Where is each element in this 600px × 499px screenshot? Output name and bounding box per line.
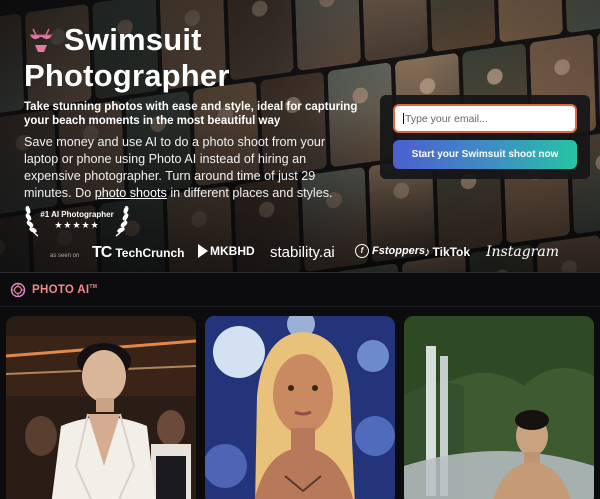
section-line bbox=[0, 306, 600, 307]
hero-description-tail: in different places and styles. bbox=[166, 186, 333, 200]
mkbhd-label: MKBHD bbox=[210, 244, 255, 258]
email-placeholder: Type your email... bbox=[405, 113, 488, 125]
photo-man-white-jacket bbox=[6, 316, 196, 499]
bikini-icon bbox=[30, 28, 52, 52]
award-badge: #1 AI Photographer ★★★★★ bbox=[22, 200, 132, 240]
photo-ai-tm: TM bbox=[89, 284, 98, 291]
tiktok-logo: ♪ TikTok bbox=[424, 244, 470, 259]
page-title-line-1: Swimsuit bbox=[64, 22, 202, 57]
photo-ai-name: PHOTO AI bbox=[32, 284, 90, 296]
tiktok-label: TikTok bbox=[432, 244, 471, 259]
example-photo-blonde-woman[interactable] bbox=[205, 316, 395, 499]
signup-panel: Type your email... Start your Swimsuit s… bbox=[380, 95, 590, 179]
mkbhd-icon bbox=[198, 244, 208, 258]
text-cursor bbox=[403, 113, 404, 124]
fstoppers-label: Fstoppers bbox=[372, 245, 426, 257]
photo-shoots-link[interactable]: photo shoots bbox=[95, 186, 167, 200]
stability-logo: stability.ai bbox=[270, 244, 335, 261]
techcrunch-mark: TC bbox=[92, 244, 112, 261]
laurel-right-icon bbox=[115, 205, 129, 237]
fstoppers-icon: f bbox=[355, 244, 369, 258]
techcrunch-label: TechCrunch bbox=[115, 246, 185, 260]
techcrunch-logo: TC TechCrunch bbox=[92, 244, 184, 262]
example-photo-waterfall[interactable] bbox=[404, 316, 594, 499]
as-seen-on-label: as seen on bbox=[50, 253, 80, 259]
photo-ai-icon bbox=[10, 282, 26, 298]
instagram-logo: Instagram bbox=[486, 244, 559, 260]
mkbhd-logo: MKBHD bbox=[198, 244, 255, 258]
photo-ai-label: PHOTO AITM bbox=[32, 284, 97, 296]
tiktok-icon: ♪ bbox=[424, 244, 431, 259]
email-input[interactable]: Type your email... bbox=[393, 104, 577, 133]
start-shoot-button[interactable]: Start your Swimsuit shoot now bbox=[393, 140, 577, 169]
photo-ai-header: PHOTO AITM bbox=[10, 282, 97, 298]
award-stars: ★★★★★ bbox=[54, 220, 100, 230]
hero-description: Save money and use AI to do a photo shoo… bbox=[24, 134, 334, 202]
example-photo-man-white-jacket[interactable] bbox=[6, 316, 196, 499]
hero-tagline: Take stunning photos with ease and style… bbox=[24, 101, 358, 127]
award-label: #1 AI Photographer bbox=[40, 210, 114, 219]
photo-waterfall bbox=[404, 316, 594, 499]
section-divider bbox=[0, 272, 600, 273]
photo-blonde-woman bbox=[205, 316, 395, 499]
fstoppers-logo: f Fstoppers bbox=[355, 244, 425, 258]
page-title-line-2: Photographer bbox=[24, 58, 230, 93]
